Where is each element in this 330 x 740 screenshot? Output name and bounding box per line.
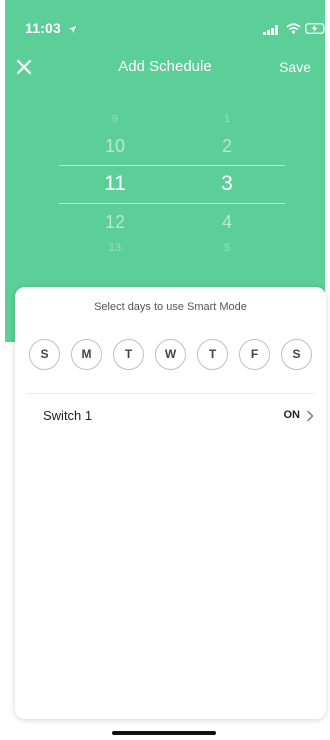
switch-name: Switch 1: [43, 408, 93, 423]
day-thursday-button[interactable]: T: [197, 339, 228, 370]
switch-row[interactable]: Switch 1 ON: [27, 394, 314, 436]
screen: 11:03 Add Schedule Save 9 10 11 12 13 1 …: [0, 0, 330, 740]
location-arrow-icon: [68, 21, 77, 39]
wifi-icon: [286, 21, 301, 39]
schedule-sheet: Select days to use Smart Mode S M T W T …: [15, 287, 326, 719]
hour-option[interactable]: 10: [65, 136, 165, 157]
day-friday-button[interactable]: F: [239, 339, 270, 370]
day-saturday-button[interactable]: S: [281, 339, 312, 370]
minute-option[interactable]: 2: [177, 136, 277, 157]
minute-selected[interactable]: 3: [177, 172, 277, 196]
status-bar: 11:03: [5, 0, 327, 48]
page-title: Add Schedule: [118, 58, 212, 75]
day-wednesday-button[interactable]: W: [155, 339, 186, 370]
hour-option[interactable]: 13: [65, 242, 165, 254]
save-button[interactable]: Save: [279, 59, 311, 75]
time-picker[interactable]: 9 10 11 12 13 1 2 3 4 5: [5, 105, 325, 265]
hour-option[interactable]: 9: [65, 113, 165, 125]
battery-charging-icon: [305, 21, 327, 39]
chevron-right-icon: [306, 409, 314, 427]
cellular-signal-icon: [263, 22, 279, 40]
home-indicator[interactable]: [112, 731, 216, 735]
day-tuesday-button[interactable]: T: [113, 339, 144, 370]
status-time: 11:03: [25, 20, 62, 36]
hour-column[interactable]: 9 10 11 12 13: [65, 105, 165, 265]
day-monday-button[interactable]: M: [71, 339, 102, 370]
minute-column[interactable]: 1 2 3 4 5: [177, 105, 277, 265]
days-caption: Select days to use Smart Mode: [94, 301, 247, 313]
day-selector: S M T W T F S: [29, 339, 314, 371]
minute-option[interactable]: 5: [177, 242, 277, 254]
hour-selected[interactable]: 11: [65, 172, 165, 196]
switch-state: ON: [283, 409, 301, 421]
minute-option[interactable]: 4: [177, 212, 277, 233]
minute-option[interactable]: 1: [177, 113, 277, 125]
hour-option[interactable]: 12: [65, 212, 165, 233]
day-sunday-button[interactable]: S: [29, 339, 60, 370]
nav-bar: Add Schedule Save: [5, 50, 325, 86]
